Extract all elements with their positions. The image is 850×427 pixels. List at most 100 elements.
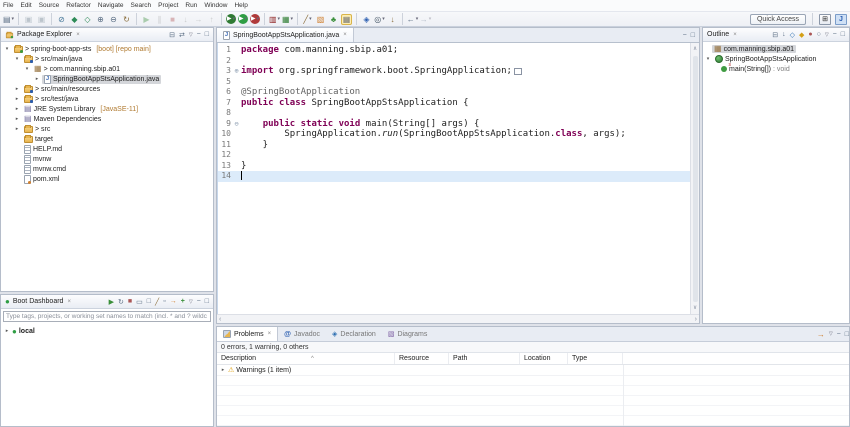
- maximize-icon[interactable]: □: [841, 31, 845, 38]
- boot-dashboard-filter-input[interactable]: [3, 311, 211, 322]
- link-with-editor-icon[interactable]: →: [817, 330, 825, 339]
- chevron-right-icon[interactable]: ▸: [14, 126, 20, 132]
- tree-item-help-md[interactable]: HELP.md: [1, 144, 213, 154]
- view-menu-icon[interactable]: ▽: [189, 299, 193, 305]
- maximize-icon[interactable]: □: [691, 32, 695, 39]
- chevron-right-icon[interactable]: ▸: [34, 76, 40, 82]
- edit-config-icon[interactable]: ╱: [155, 298, 159, 306]
- chevron-down-icon[interactable]: ▾: [705, 56, 711, 62]
- mark-occurrences-icon[interactable]: ▦: [341, 13, 352, 25]
- tab-declaration[interactable]: ◈ Declaration: [326, 327, 382, 341]
- outline-item-main-method[interactable]: s main(String[]) : void: [703, 62, 849, 74]
- chevron-right-icon[interactable]: ▸: [14, 116, 20, 122]
- code-editor[interactable]: 1 package com.manning.sbip.a01; 2 3 ⊕ imp…: [217, 43, 699, 314]
- menu-refactor[interactable]: Refactor: [66, 2, 91, 9]
- close-icon[interactable]: ×: [76, 32, 80, 38]
- tree-item-jre-library[interactable]: ▸ ▤ JRE System Library [JavaSE-11]: [1, 104, 213, 114]
- editor-horizontal-scrollbar[interactable]: ‹ ›: [217, 314, 699, 323]
- minimize-icon[interactable]: −: [197, 298, 201, 305]
- save-icon[interactable]: ▣: [23, 14, 34, 25]
- run-icon[interactable]: ▶: [238, 14, 248, 24]
- hide-fields-icon[interactable]: ◇: [790, 31, 795, 39]
- resume-icon[interactable]: ▶: [141, 14, 152, 25]
- close-icon[interactable]: ×: [733, 32, 737, 38]
- search-icon[interactable]: ◎: [374, 14, 385, 25]
- menu-run[interactable]: Run: [185, 2, 197, 9]
- last-edit-location-icon[interactable]: ↓: [387, 14, 398, 25]
- remove-item-icon[interactable]: ⊖: [108, 14, 119, 25]
- tree-item-pom-xml[interactable]: pom.xml: [1, 174, 213, 184]
- debug-icon[interactable]: ▶: [226, 14, 236, 24]
- open-browser-icon[interactable]: →: [170, 298, 177, 305]
- edit-config-icon[interactable]: ╱: [302, 14, 313, 25]
- new-spring-project-icon[interactable]: ◇: [82, 14, 93, 25]
- tree-item-maven-dependencies[interactable]: ▸ ▤ Maven Dependencies: [1, 114, 213, 124]
- java-perspective-icon[interactable]: J: [835, 13, 847, 25]
- chevron-right-icon[interactable]: ▸: [14, 86, 20, 92]
- chevron-down-icon[interactable]: ▾: [14, 56, 20, 62]
- close-icon[interactable]: ×: [67, 299, 71, 305]
- tree-item-target[interactable]: target: [1, 134, 213, 144]
- profile-icon[interactable]: ▶: [250, 14, 260, 24]
- collapse-all-icon[interactable]: ⊟: [169, 31, 175, 39]
- terminate-icon[interactable]: ■: [167, 14, 178, 25]
- minimize-icon[interactable]: −: [837, 331, 841, 338]
- outline-item-class[interactable]: ▾ SpringBootAppStsApplication: [703, 54, 849, 64]
- open-resource-icon[interactable]: ▧: [315, 14, 326, 25]
- console-icon[interactable]: ▭: [136, 298, 143, 306]
- tree-item-local[interactable]: ▸ ● local: [1, 326, 213, 336]
- step-into-icon[interactable]: ↓: [180, 14, 191, 25]
- save-all-icon[interactable]: ▣: [36, 14, 47, 25]
- view-menu-icon[interactable]: ▽: [189, 32, 193, 38]
- editor-vertical-scrollbar[interactable]: ∧ ∨: [690, 43, 699, 314]
- scrollbar-thumb[interactable]: [692, 55, 698, 302]
- chevron-down-icon[interactable]: ▾: [24, 66, 30, 72]
- hide-static-members-icon[interactable]: ◆: [799, 31, 804, 39]
- duplicate-config-icon[interactable]: ▫: [163, 298, 165, 305]
- view-menu-icon[interactable]: ▽: [829, 331, 833, 337]
- menu-project[interactable]: Project: [158, 2, 178, 9]
- tree-item-mvnw-cmd[interactable]: mvnw.cmd: [1, 164, 213, 174]
- tree-item-src-main-resources[interactable]: ▸ > src/main/resources: [1, 84, 213, 94]
- step-over-icon[interactable]: →: [193, 14, 204, 25]
- tree-item-src[interactable]: ▸ > src: [1, 124, 213, 134]
- tree-item-project[interactable]: ▾ > spring-boot-app-sts [boot] [repo mai…: [1, 44, 213, 54]
- column-location[interactable]: Location: [520, 353, 568, 364]
- column-path[interactable]: Path: [449, 353, 520, 364]
- menu-edit[interactable]: Edit: [20, 2, 31, 9]
- restart-icon[interactable]: ↻: [118, 298, 124, 306]
- menu-window[interactable]: Window: [204, 2, 227, 9]
- forward-icon[interactable]: →: [420, 14, 431, 25]
- maximize-icon[interactable]: □: [205, 31, 209, 38]
- chevron-down-icon[interactable]: ▾: [4, 46, 10, 52]
- menu-help[interactable]: Help: [234, 2, 247, 9]
- open-type-icon[interactable]: ◈: [361, 14, 372, 25]
- tab-diagrams[interactable]: ▧ Diagrams: [382, 327, 434, 341]
- link-with-editor-icon[interactable]: ⇄: [179, 31, 185, 39]
- add-item-icon[interactable]: ⊕: [95, 14, 106, 25]
- menu-file[interactable]: File: [3, 2, 13, 9]
- outline-item-package[interactable]: ▦ com.manning.sbip.a01: [703, 44, 849, 54]
- coverage-icon[interactable]: ▥: [269, 14, 280, 25]
- sort-icon[interactable]: ↓: [782, 31, 786, 38]
- step-return-icon[interactable]: ↑: [206, 14, 217, 25]
- chevron-right-icon[interactable]: ▸: [220, 367, 226, 373]
- tree-item-src-test-java[interactable]: ▸ > src/test/java: [1, 94, 213, 104]
- properties-icon[interactable]: □: [147, 298, 151, 305]
- menu-source[interactable]: Source: [39, 2, 60, 9]
- scroll-right-icon[interactable]: ›: [695, 316, 697, 323]
- hide-non-public-icon[interactable]: ●: [808, 31, 812, 38]
- column-type[interactable]: Type: [568, 353, 623, 364]
- tree-item-src-main-java[interactable]: ▾ > src/main/java: [1, 54, 213, 64]
- hide-local-types-icon[interactable]: ○: [817, 31, 821, 38]
- start-icon[interactable]: ▶: [109, 298, 114, 306]
- external-tools-icon[interactable]: ▦: [282, 14, 293, 25]
- skip-all-breakpoints-icon[interactable]: ⊘: [56, 14, 67, 25]
- spring-symbol-icon[interactable]: ♣: [328, 14, 339, 25]
- close-icon[interactable]: ×: [268, 331, 272, 337]
- tab-javadoc[interactable]: @ Javadoc: [278, 327, 326, 341]
- tree-item-mvnw[interactable]: mvnw: [1, 154, 213, 164]
- scroll-up-icon[interactable]: ∧: [693, 44, 697, 55]
- scroll-left-icon[interactable]: ‹: [219, 316, 221, 323]
- new-wizard-icon[interactable]: ▤: [3, 14, 14, 25]
